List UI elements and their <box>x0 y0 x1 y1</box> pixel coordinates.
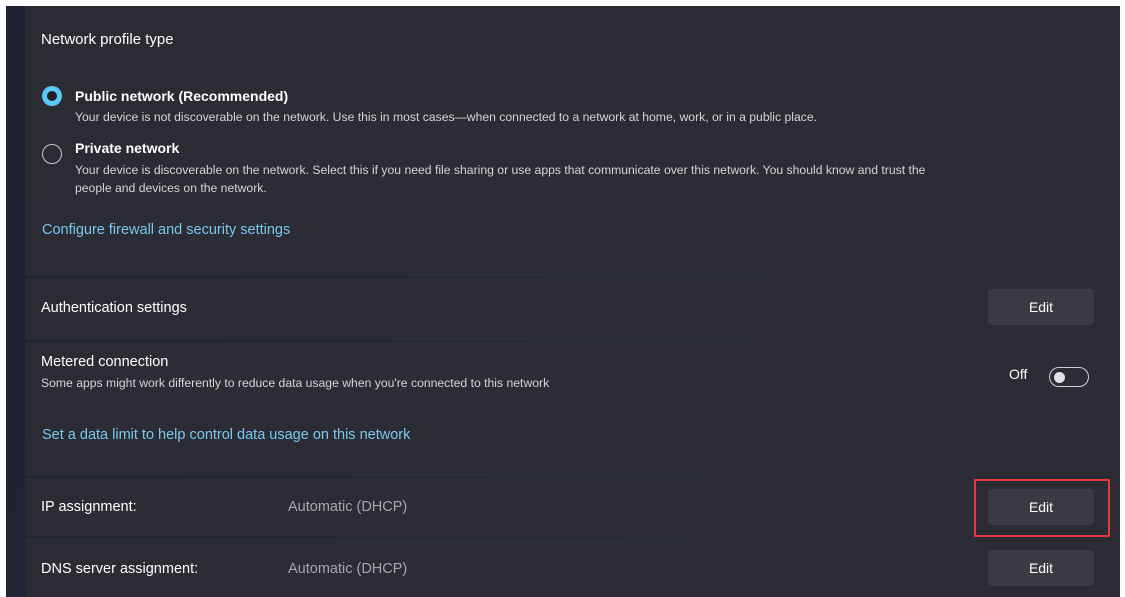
authentication-settings-row: Authentication settings Edit <box>25 278 1120 340</box>
metered-toggle-state-label: Off <box>1009 366 1028 382</box>
dns-server-assignment-value: Automatic (DHCP) <box>288 561 408 577</box>
ip-assignment-value: Automatic (DHCP) <box>288 499 408 515</box>
network-profile-title: Network profile type <box>41 31 174 48</box>
dns-server-edit-button[interactable]: Edit <box>988 550 1094 586</box>
public-network-label[interactable]: Public network (Recommended) <box>75 88 288 104</box>
toggle-knob <box>1054 371 1065 383</box>
metered-connection-toggle[interactable] <box>1049 367 1089 387</box>
configure-firewall-link[interactable]: Configure firewall and security settings <box>42 222 290 238</box>
highlight-box <box>974 479 1110 537</box>
ip-assignment-row: IP assignment: Automatic (DHCP) Edit <box>25 478 1120 536</box>
metered-connection-title: Metered connection <box>41 354 169 370</box>
network-properties-panel: Network profile type Public network (Rec… <box>6 6 1120 597</box>
dns-server-assignment-label: DNS server assignment: <box>41 561 199 577</box>
authentication-edit-button[interactable]: Edit <box>988 289 1094 325</box>
private-network-description-line2: people and devices on the network. <box>75 181 267 195</box>
metered-connection-row: Metered connection Some apps might work … <box>25 342 1120 476</box>
public-network-description: Your device is not discoverable on the n… <box>75 110 818 124</box>
authentication-settings-label: Authentication settings <box>41 300 187 316</box>
private-network-description-line1: Your device is discoverable on the netwo… <box>75 163 926 177</box>
dns-server-assignment-row: DNS server assignment: Automatic (DHCP) … <box>25 538 1120 597</box>
set-data-limit-link[interactable]: Set a data limit to help control data us… <box>42 427 410 443</box>
ip-assignment-label: IP assignment: <box>41 499 137 515</box>
public-network-radio[interactable] <box>42 86 62 106</box>
private-network-radio[interactable] <box>42 144 62 164</box>
private-network-label[interactable]: Private network <box>75 140 179 156</box>
metered-connection-description: Some apps might work differently to redu… <box>41 376 550 390</box>
network-profile-card: Network profile type Public network (Rec… <box>25 6 1120 276</box>
